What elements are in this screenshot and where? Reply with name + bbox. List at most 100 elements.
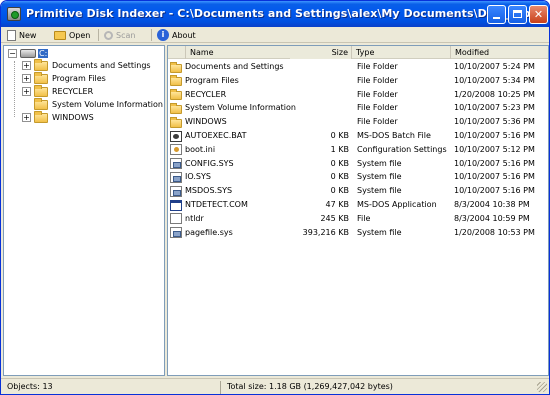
new-document-icon (7, 29, 16, 41)
file-name: MSDOS.SYS (185, 186, 233, 196)
table-row[interactable]: IO.SYS 0 KB System file 10/10/2007 5:16 PM (168, 170, 548, 184)
cell-size: 0 KB (330, 131, 349, 140)
table-row[interactable]: RECYCLER File Folder 1/20/2008 10:25 PM (168, 88, 548, 102)
new-button-label: New (19, 30, 37, 40)
drive-icon (20, 49, 36, 58)
sys-file-icon (170, 158, 182, 170)
resize-grip-icon[interactable] (537, 382, 547, 392)
cell-type: MS-DOS Application (357, 200, 437, 209)
close-button[interactable]: ✕ (529, 5, 548, 24)
status-total-size: Total size: 1.18 GB (1,269,427,042 bytes… (227, 382, 393, 391)
cell-modified: 10/10/2007 5:16 PM (454, 172, 535, 182)
cell-size (290, 101, 349, 115)
cell-size: 47 KB (325, 200, 349, 209)
table-row[interactable]: NTDETECT.COM 47 KB MS-DOS Application 8/3/2… (168, 198, 548, 212)
folder-icon (34, 110, 48, 123)
table-row[interactable]: MSDOS.SYS 0 KB System file 10/10/2007 5:16 … (168, 184, 548, 198)
magnifier-icon (104, 30, 113, 40)
table-row[interactable]: AUTOEXEC.BAT 0 KB MS-DOS Batch File 10/10/2… (168, 129, 548, 143)
cell-type: System file (357, 186, 402, 196)
file-list[interactable]: Name Size Type Modified Documents and Se… (167, 45, 549, 376)
cell-size: 0 KB (330, 186, 349, 196)
tree-node-label: C: (38, 49, 49, 58)
file-file-icon (170, 213, 182, 225)
expand-icon[interactable]: + (22, 113, 31, 122)
cell-type: File Folder (357, 62, 398, 71)
cell-size: 393,216 KB (302, 227, 349, 237)
folder-icon (170, 89, 182, 101)
column-header-type[interactable]: Type (352, 46, 451, 59)
cell-type: File Folder (357, 89, 398, 99)
table-row[interactable]: Documents and Settings File Folder 10/10/2… (168, 60, 548, 74)
cell-modified: 10/10/2007 5:24 PM (454, 62, 535, 71)
cell-size (290, 74, 349, 88)
table-row[interactable]: WINDOWS File Folder 10/10/2007 5:36 PM (168, 115, 548, 129)
cell-type: File Folder (357, 75, 398, 85)
app-window: Primitive Disk Indexer - C:\Documents an… (0, 0, 550, 395)
column-header-size[interactable]: Size (290, 46, 352, 59)
sys-file-icon (170, 171, 182, 183)
expand-icon[interactable]: + (22, 74, 31, 83)
about-button[interactable]: i About (157, 27, 196, 43)
table-row[interactable]: ntldr 245 KB File 8/3/2004 10:59 PM (168, 212, 548, 226)
close-icon: ✕ (533, 8, 544, 21)
folder-icon (170, 116, 182, 128)
sys-file-icon (170, 185, 182, 197)
toolbar-separator (151, 29, 152, 41)
minimize-button[interactable] (487, 5, 506, 24)
scan-button-label: Scan (116, 30, 136, 40)
title-bar[interactable]: Primitive Disk Indexer - C:\Documents an… (1, 1, 549, 27)
minimize-icon (493, 17, 500, 19)
cell-size: 1 KB (330, 144, 349, 154)
expand-icon[interactable]: + (22, 87, 31, 96)
status-bar: Objects: 13 Total size: 1.18 GB (1,269,4… (1, 378, 549, 394)
folder-icon (34, 58, 48, 71)
cell-modified: 10/10/2007 5:16 PM (454, 186, 535, 196)
cell-type: System file (357, 158, 402, 168)
info-icon: i (157, 29, 169, 41)
scan-button[interactable]: Scan (104, 27, 135, 43)
table-row[interactable]: CONFIG.SYS 0 KB System file 10/10/2007 5:16… (168, 157, 548, 171)
table-row[interactable]: boot.ini 1 KB Configuration Settings 10/10/… (168, 143, 548, 157)
cell-modified: 10/10/2007 5:34 PM (454, 75, 535, 85)
cell-modified: 10/10/2007 5:23 PM (454, 103, 535, 113)
cell-modified: 10/10/2007 5:16 PM (454, 131, 535, 140)
file-name: WINDOWS (185, 117, 227, 127)
file-name: NTDETECT.COM (185, 200, 248, 209)
folder-icon (34, 97, 48, 110)
folder-icon (170, 75, 182, 87)
tree-node-recycler[interactable]: + RECYCLER (22, 84, 93, 98)
tree-node-label: WINDOWS (52, 113, 94, 122)
cell-type: File Folder (357, 117, 398, 127)
file-name: Documents and Settings (185, 62, 284, 71)
bat-file-icon (170, 130, 182, 142)
table-row[interactable]: System Volume Information File Folder 10/1… (168, 101, 548, 115)
toolbar: New Open Scan i About (1, 27, 549, 43)
table-row[interactable]: Program Files File Folder 10/10/2007 5:34 … (168, 74, 548, 88)
collapse-icon[interactable]: − (8, 49, 17, 58)
file-name: IO.SYS (185, 172, 211, 182)
folder-icon (170, 102, 182, 114)
folder-tree[interactable]: − C: + Documents and Settings + Program … (3, 45, 165, 376)
expand-icon[interactable]: + (22, 61, 31, 70)
disk-indexer-app-icon[interactable] (7, 7, 21, 21)
new-button[interactable]: New (7, 27, 36, 43)
maximize-button[interactable] (508, 5, 527, 24)
column-header-modified[interactable]: Modified (451, 46, 548, 59)
table-row[interactable]: pagefile.sys 393,216 KB System file 1/20/20… (168, 226, 548, 240)
cell-modified: 10/10/2007 5:36 PM (454, 117, 535, 127)
tree-node-documents-and-settings[interactable]: + Documents and Settings (22, 58, 151, 72)
cell-modified: 1/20/2008 10:53 PM (454, 227, 535, 237)
tree-node-label: Documents and Settings (52, 61, 151, 70)
file-name: boot.ini (185, 144, 216, 154)
tree-node-windows[interactable]: + WINDOWS (22, 110, 94, 124)
tree-node-program-files[interactable]: + Program Files (22, 71, 106, 85)
cell-size (290, 88, 349, 102)
tree-node-system-volume-information[interactable]: System Volume Information (22, 97, 163, 111)
ini-file-icon (170, 144, 182, 156)
folder-icon (34, 71, 48, 84)
open-button[interactable]: Open (54, 27, 90, 43)
file-name: ntldr (185, 213, 204, 223)
tree-connector (14, 61, 15, 117)
